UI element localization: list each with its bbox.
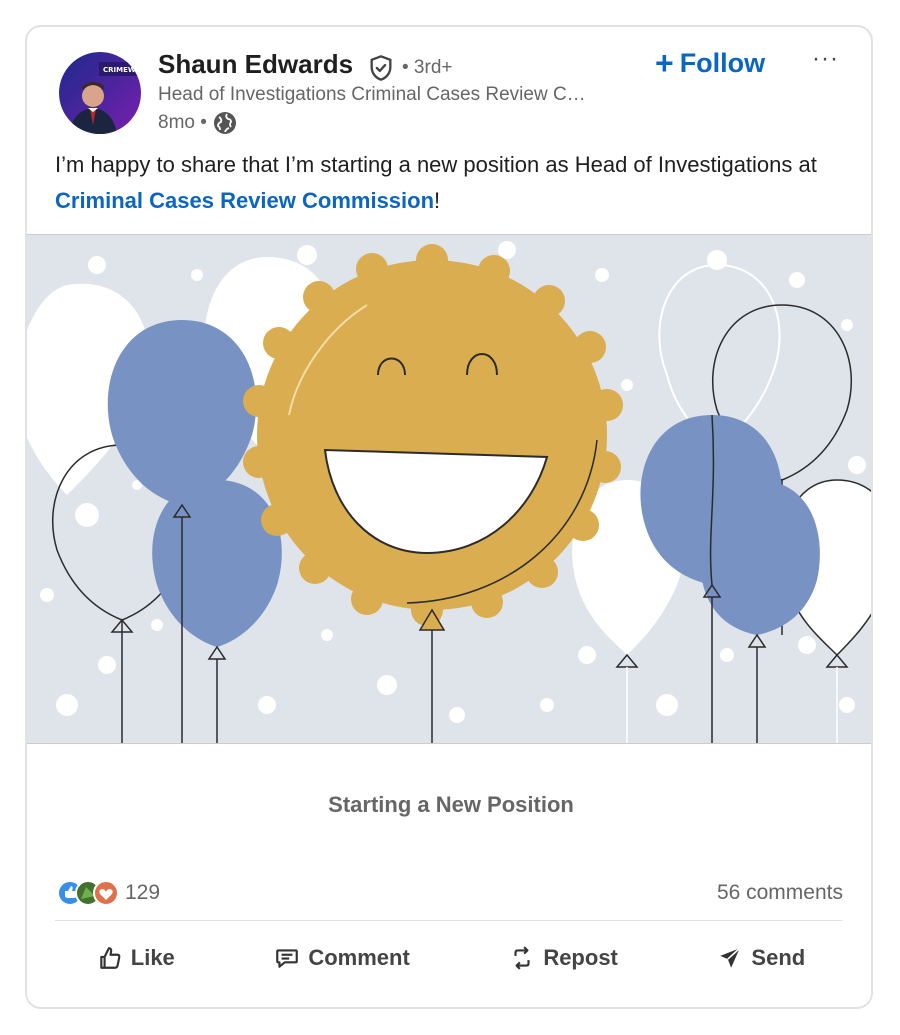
more-icon[interactable]: ··· — [812, 45, 839, 73]
company-link[interactable]: Criminal Cases Review Commission — [55, 188, 434, 213]
like-button[interactable]: Like — [97, 945, 175, 971]
divider — [55, 920, 843, 921]
post-card: CRIMEW Shaun Edwards • 3rd+ Head of Inve… — [25, 25, 873, 1009]
avatar-logo-text: CRIMEW — [103, 66, 136, 74]
comments-count[interactable]: 56 comments — [717, 881, 843, 905]
celebration-image[interactable] — [27, 234, 871, 744]
globe-icon — [213, 112, 236, 134]
connection-degree: • 3rd+ — [402, 57, 453, 78]
send-label: Send — [751, 945, 806, 970]
post-text: I’m happy to share that I’m starting a n… — [55, 147, 835, 219]
plus-icon: + — [655, 45, 674, 81]
avatar[interactable]: CRIMEW — [59, 52, 141, 134]
send-icon — [720, 947, 741, 968]
author-headline: Head of Investigations Criminal Cases Re… — [158, 84, 586, 105]
repost-icon — [514, 946, 530, 970]
like-icon — [100, 947, 121, 969]
post-text-before: I’m happy to share that I’m starting a n… — [55, 152, 817, 177]
follow-button[interactable]: + Follow — [655, 47, 765, 79]
action-bar: Like Comment Repost Send — [27, 945, 871, 971]
comment-label: Comment — [308, 945, 410, 970]
follow-label: Follow — [679, 47, 766, 78]
like-label: Like — [130, 945, 175, 970]
reaction-icons — [57, 880, 119, 906]
comment-icon — [276, 949, 299, 968]
reaction-count: 129 — [125, 881, 161, 904]
image-caption: Starting a New Position — [328, 792, 574, 817]
post-text-after: ! — [434, 188, 441, 213]
send-button[interactable]: Send — [717, 945, 805, 971]
verified-shield-icon — [370, 55, 392, 81]
author-name[interactable]: Shaun Edwards — [158, 49, 353, 80]
post-time: 8mo • — [158, 112, 207, 133]
post-meta: 8mo • — [158, 111, 237, 135]
reactions-summary[interactable]: 129 — [57, 879, 160, 907]
comment-button[interactable]: Comment — [274, 945, 410, 971]
repost-button[interactable]: Repost — [509, 945, 618, 971]
repost-label: Repost — [543, 945, 618, 970]
